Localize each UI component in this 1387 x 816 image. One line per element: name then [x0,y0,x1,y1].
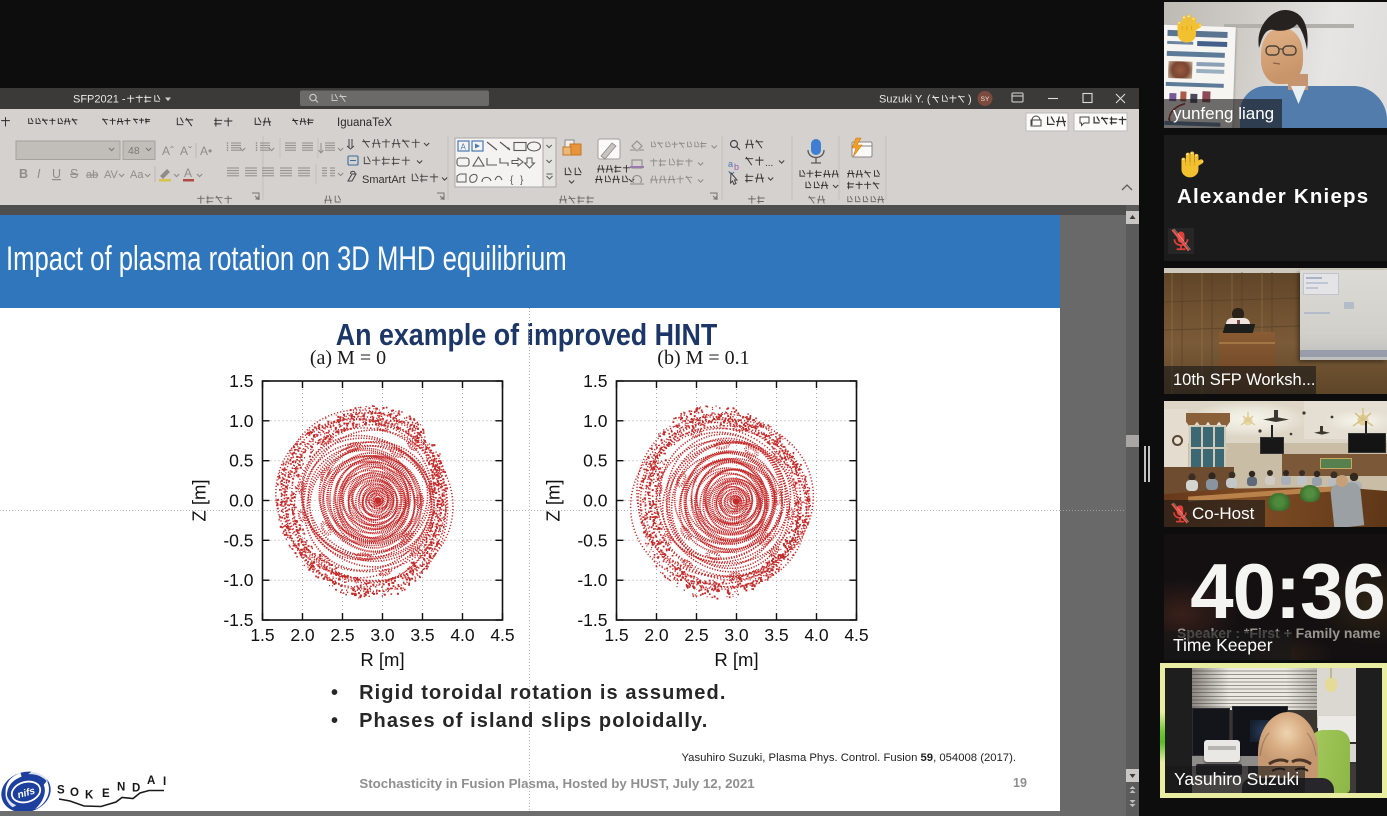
svg-text:48: 48 [128,145,140,157]
svg-text:O: O [70,787,79,799]
svg-text:I: I [163,776,166,788]
svg-text:AV: AV [104,169,119,181]
svg-text:A: A [184,166,192,180]
svg-text:3.0: 3.0 [724,625,749,645]
svg-text:1.5: 1.5 [250,625,274,645]
svg-text:4.5: 4.5 [490,625,514,645]
svg-text:Suzuki Y. (: Suzuki Y. ( [879,94,931,106]
svg-text:Z [m]: Z [m] [189,479,210,521]
svg-text:R [m]: R [m] [360,649,404,670]
svg-text:2.5: 2.5 [330,625,354,645]
svg-text:2.5: 2.5 [684,625,708,645]
svg-text:3.5: 3.5 [410,625,434,645]
svg-text:3.5: 3.5 [764,625,788,645]
svg-text:IguanaTeX: IguanaTeX [337,117,392,129]
svg-text:2.0: 2.0 [290,625,315,645]
svg-text:4.0: 4.0 [450,625,475,645]
svg-text:Z [m]: Z [m] [543,479,564,521]
svg-text:E: E [102,788,110,800]
svg-text:I: I [37,167,41,181]
svg-text:SY: SY [981,96,990,103]
svg-text:2.0: 2.0 [644,625,669,645]
svg-text:-1.0: -1.0 [223,570,253,590]
svg-text:A: A [147,775,155,787]
svg-text:4.0: 4.0 [804,625,829,645]
svg-text:1.5: 1.5 [583,371,607,391]
svg-text:b: b [734,162,739,172]
svg-text:B: B [19,167,28,181]
svg-text:(b) M = 0.1: (b) M = 0.1 [657,347,749,369]
svg-text:SFP2021 -: SFP2021 - [73,94,126,106]
svg-text:-1.5: -1.5 [577,610,607,630]
svg-text:4.5: 4.5 [844,625,868,645]
svg-text:A: A [461,143,467,152]
svg-text:-1.5: -1.5 [223,610,253,630]
svg-text:A•: A• [200,144,212,158]
svg-text:Aˇ: Aˇ [180,144,192,158]
svg-text:Aa: Aa [130,169,144,181]
svg-text:1.5: 1.5 [604,625,628,645]
svg-text:a: a [728,159,733,169]
svg-text:-0.5: -0.5 [223,530,253,550]
svg-text:...: ... [765,158,773,169]
svg-text:1.0: 1.0 [229,411,254,431]
svg-text:): ) [968,94,972,106]
svg-text:0.5: 0.5 [229,451,253,471]
svg-text:K: K [85,790,94,802]
svg-text:R [m]: R [m] [714,649,758,670]
svg-text:1.0: 1.0 [583,411,608,431]
svg-text:-0.5: -0.5 [577,530,607,550]
svg-text:ab: ab [86,169,98,181]
svg-text:Aˆ: Aˆ [162,144,174,158]
svg-text:D: D [132,783,140,795]
svg-text:S: S [70,167,78,181]
svg-text:0.0: 0.0 [583,491,608,511]
svg-text:U: U [52,167,61,181]
svg-text:SmartArt: SmartArt [362,174,405,186]
svg-text:0.5: 0.5 [583,451,607,471]
svg-text:(a) M = 0: (a) M = 0 [310,347,386,369]
svg-text:N: N [117,782,125,794]
svg-text:S: S [57,785,65,797]
svg-text:-1.0: -1.0 [577,570,607,590]
svg-text:3.0: 3.0 [370,625,395,645]
svg-text:1.5: 1.5 [229,371,253,391]
svg-text:0.0: 0.0 [229,491,254,511]
